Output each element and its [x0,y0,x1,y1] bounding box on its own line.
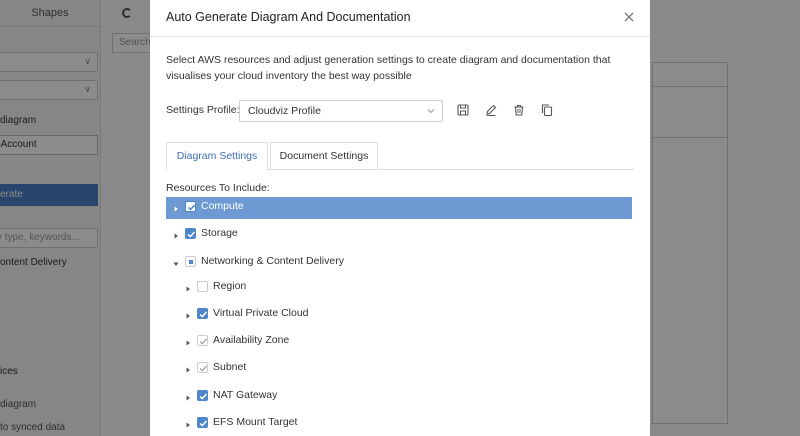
copy-icon[interactable] [540,103,554,117]
tab-diagram-settings[interactable]: Diagram Settings [166,142,268,170]
tree-row-subnet[interactable]: Subnet [166,358,632,380]
trash-icon[interactable] [512,103,526,117]
save-icon[interactable] [456,103,470,117]
checkbox-compute[interactable] [185,201,196,212]
tree-label: EFS Mount Target [213,416,298,428]
caret-right-icon[interactable] [184,393,192,401]
tree-row-networking[interactable]: Networking & Content Delivery [166,252,632,274]
tree-row-availability-zone[interactable]: Availability Zone [166,331,632,353]
caret-right-icon[interactable] [172,204,180,212]
checkbox-region[interactable] [197,281,208,292]
tab-document-settings[interactable]: Document Settings [270,142,378,169]
settings-profile-value: Cloudviz Profile [248,105,321,117]
caret-right-icon[interactable] [184,338,192,346]
settings-profile-select[interactable]: Cloudviz Profile [239,100,443,122]
modal-header: Auto Generate Diagram And Documentation [150,0,650,37]
caret-right-icon[interactable] [184,311,192,319]
checkbox-networking[interactable] [185,256,196,267]
tree-label: Availability Zone [213,334,290,346]
tree-label: Region [213,280,247,292]
pencil-icon[interactable] [484,103,498,117]
checkbox-subnet[interactable] [197,362,208,373]
tree-label: Compute [201,200,244,212]
tree-row-efs-mount-target[interactable]: EFS Mount Target [166,413,632,435]
tree-label: Storage [201,227,238,239]
tree-row-vpc[interactable]: Virtual Private Cloud [166,304,632,326]
caret-right-icon[interactable] [184,365,192,373]
caret-down-icon[interactable] [172,259,180,267]
partial-indicator [188,259,193,264]
tree-label: Networking & Content Delivery [201,255,344,267]
close-icon[interactable] [622,10,636,24]
checkbox-nat-gateway[interactable] [197,390,208,401]
tree-label: NAT Gateway [213,389,278,401]
checkbox-availability-zone[interactable] [197,335,208,346]
settings-tabs: Diagram Settings Document Settings [166,142,634,170]
tree-label: Virtual Private Cloud [213,307,309,319]
settings-profile-label: Settings Profile: [166,104,240,116]
tree-label: Subnet [213,361,247,373]
tree-row-compute[interactable]: Compute [166,197,632,219]
modal-description: Select AWS resources and adjust generati… [166,54,611,82]
checkbox-storage[interactable] [185,228,196,239]
tree-row-storage[interactable]: Storage [166,224,632,246]
modal-title: Auto Generate Diagram And Documentation [166,10,411,24]
resources-label: Resources To Include: [166,182,270,194]
checkbox-vpc[interactable] [197,308,208,319]
tree-row-region[interactable]: Region [166,277,632,299]
chevron-down-icon [426,106,436,119]
tree-row-nat-gateway[interactable]: NAT Gateway [166,386,632,408]
caret-right-icon[interactable] [184,284,192,292]
auto-generate-modal: Auto Generate Diagram And Documentation … [150,0,650,436]
settings-profile-row: Settings Profile: Cloudviz Profile [166,100,636,122]
caret-right-icon[interactable] [172,231,180,239]
checkbox-efs-mount-target[interactable] [197,417,208,428]
caret-right-icon[interactable] [184,420,192,428]
